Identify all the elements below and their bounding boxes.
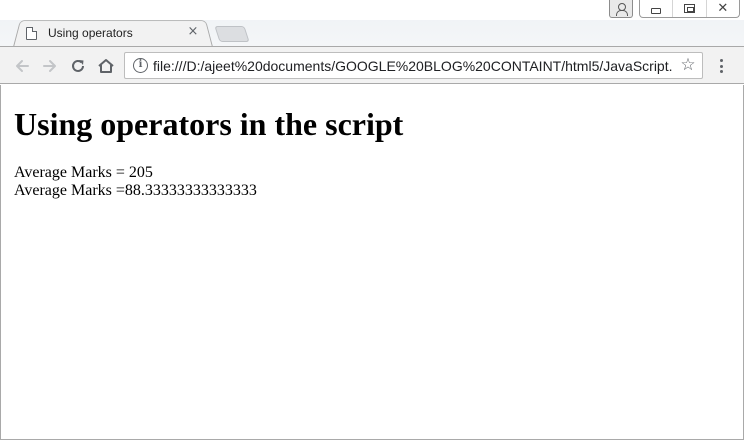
- user-profile-button[interactable]: [609, 0, 633, 18]
- reload-button[interactable]: [67, 55, 89, 77]
- address-bar[interactable]: i file:///D:/ajeet%20documents/GOOGLE%20…: [124, 52, 703, 79]
- reload-icon: [72, 59, 84, 72]
- restore-icon: [683, 4, 695, 13]
- forward-button[interactable]: [39, 55, 61, 77]
- back-button[interactable]: [11, 55, 33, 77]
- new-tab-icon[interactable]: [214, 26, 250, 42]
- page-viewport: Using operators in the script Average Ma…: [0, 85, 744, 440]
- url-text[interactable]: file:///D:/ajeet%20documents/GOOGLE%20BL…: [153, 58, 673, 75]
- close-icon: ✕: [717, 1, 729, 16]
- tab-label-area[interactable]: Using operators: [26, 24, 206, 42]
- average-marks-line-1: Average Marks = 205: [14, 164, 153, 181]
- minimize-button[interactable]: [640, 0, 674, 17]
- page-content: Using operators in the script Average Ma…: [14, 85, 734, 200]
- browser-window: Using operators × ✕ i file:///D:/ajeet%2…: [0, 0, 744, 444]
- info-icon[interactable]: i: [133, 58, 148, 73]
- home-button[interactable]: [95, 55, 117, 77]
- user-icon: [616, 2, 628, 16]
- page-heading: Using operators in the script: [14, 106, 404, 142]
- bookmark-star-icon[interactable]: ☆: [679, 55, 697, 75]
- browser-toolbar: i file:///D:/ajeet%20documents/GOOGLE%20…: [0, 46, 744, 84]
- home-icon: [98, 59, 114, 73]
- forward-arrow-icon: [43, 60, 56, 72]
- minimize-icon: [651, 7, 662, 14]
- average-marks-line-2: Average Marks =88.33333333333333: [14, 182, 257, 199]
- back-arrow-icon: [16, 60, 29, 72]
- tab-title: Using operators: [48, 26, 133, 40]
- more-vert-icon[interactable]: [713, 57, 729, 75]
- window-controls: ✕: [639, 0, 740, 18]
- tab-close-icon[interactable]: ×: [186, 24, 200, 40]
- restore-button[interactable]: [673, 0, 707, 17]
- document-icon: [26, 26, 37, 40]
- close-window-button[interactable]: ✕: [707, 0, 739, 17]
